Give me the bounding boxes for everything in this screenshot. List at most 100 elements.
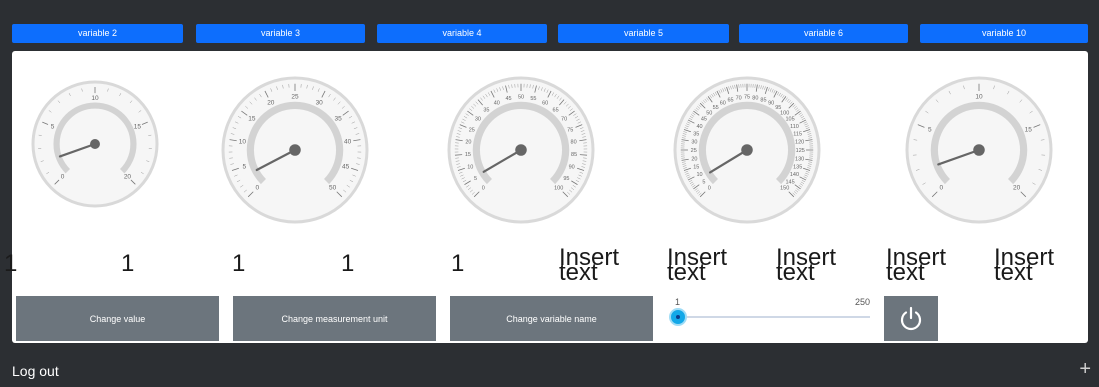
gauge-tick-label: 10	[467, 164, 473, 170]
gauge-tick-label: 105	[786, 117, 795, 123]
variable-tab-bar: variable 2 variable 3 variable 4 variabl…	[0, 0, 1099, 50]
gauge-tick-label: 35	[483, 107, 489, 113]
gauge-tick-label: 20	[1013, 185, 1021, 192]
slider-thumb[interactable]	[669, 308, 687, 326]
gauge-tick-label: 15	[465, 152, 471, 158]
gauge-tick-label: 145	[786, 179, 795, 185]
gauge-tick-label: 130	[795, 156, 804, 162]
gauge-tick-label: 10	[91, 95, 99, 102]
change-measurement-unit-button[interactable]: Change measurement unit	[233, 296, 436, 341]
gauge-tick-label: 5	[243, 163, 247, 170]
change-value-button[interactable]: Change value	[16, 296, 219, 341]
footer-bar: Log out +	[0, 355, 1099, 387]
value-display: 1	[451, 250, 465, 277]
tab-variable-3[interactable]: variable 3	[196, 24, 365, 43]
gauge-hub	[90, 139, 100, 149]
gauge-tick	[454, 154, 463, 156]
gauge-variable-2: 0 5 10 15 20	[23, 72, 167, 216]
value-slider[interactable]: 1 250	[666, 297, 872, 327]
gauge-tick-label: 40	[494, 101, 500, 107]
insert-text-placeholder: Insert text	[886, 244, 947, 286]
value-display: 1	[4, 250, 18, 277]
gauge-tick-label: 125	[796, 148, 805, 154]
slider-max-label: 250	[854, 297, 870, 307]
gauge-tick-label: 20	[691, 156, 697, 162]
gauge-tick-label: 25	[291, 94, 299, 101]
gauge-tick-label: 140	[790, 172, 799, 178]
gauge-variable-3: 0 5 10 15 20 25 30 35 40 45 50	[215, 70, 375, 230]
gauge-tick-label: 30	[316, 100, 324, 107]
gauge-tick-label: 25	[469, 128, 475, 134]
slider-track[interactable]	[678, 316, 870, 318]
value-display: 1	[232, 250, 246, 277]
gauge-hub	[973, 144, 985, 156]
gauge-tick-label: 45	[701, 117, 707, 123]
insert-text-placeholder: Insert text	[667, 244, 728, 286]
gauge-tick-label: 80	[752, 95, 758, 101]
gauge-tick-label: 50	[329, 185, 337, 192]
tab-variable-5[interactable]: variable 5	[558, 24, 729, 43]
tab-variable-10[interactable]: variable 10	[920, 24, 1088, 43]
gauge-tick-label: 120	[795, 140, 804, 146]
gauge-tick-label: 10	[975, 94, 983, 101]
value-display: 1	[121, 250, 135, 277]
gauge-variable-10: 0 5 10 15 20	[899, 70, 1059, 230]
gauge-tick-label: 95	[563, 176, 569, 182]
gauge-tick	[579, 154, 588, 156]
gauge-tick-label: 45	[505, 96, 511, 102]
gauge-hub	[741, 144, 753, 156]
gauge-tick-label: 35	[693, 132, 699, 138]
insert-text-placeholder: Insert text	[994, 244, 1055, 286]
gauge-tick-label: 85	[571, 152, 577, 158]
gauge-tick-label: 0	[940, 185, 944, 192]
power-icon	[900, 306, 922, 330]
gauge-tick-label: 35	[334, 116, 342, 123]
gauge-tick-label: 40	[696, 124, 702, 130]
change-variable-name-button[interactable]: Change variable name	[450, 296, 653, 341]
gauge-tick-label: 0	[61, 173, 65, 180]
gauge-hub	[289, 144, 301, 156]
gauge-tick-label: 90	[768, 101, 774, 107]
plus-icon[interactable]: +	[1079, 358, 1091, 381]
power-button[interactable]	[884, 296, 938, 341]
gauge-tick-label: 100	[554, 186, 563, 192]
gauge-tick-label: 70	[561, 117, 567, 123]
gauge-tick-label: 110	[790, 124, 799, 130]
gauge-tick-label: 100	[780, 110, 789, 116]
gauge-tick-label: 40	[344, 139, 352, 146]
slider-min-label: 1	[675, 297, 681, 307]
gauge-tick-label: 60	[720, 101, 726, 107]
gauge-variable-4: 0 5 10 15 20 25 30 35 40 45 50 55 60 65 70 75 80 85 90 95 10…	[441, 70, 601, 230]
gauge-tick-label: 85	[760, 97, 766, 103]
gauge-tick-label: 5	[474, 176, 477, 182]
gauge-tick-label: 150	[780, 186, 789, 192]
gauge-tick-label: 25	[691, 148, 697, 154]
gauge-tick-label: 60	[542, 101, 548, 107]
logout-link[interactable]: Log out	[12, 363, 59, 379]
gauge-hub	[515, 144, 527, 156]
gauge-tick-label: 10	[696, 172, 702, 178]
gauge-tick-label: 15	[1025, 127, 1033, 134]
gauge-tick-label: 115	[793, 132, 802, 138]
gauge-tick-label: 15	[134, 123, 142, 130]
gauge-tick-label: 20	[267, 100, 275, 107]
tab-variable-4[interactable]: variable 4	[377, 24, 547, 43]
gauge-tick-label: 55	[713, 105, 719, 111]
tab-variable-2[interactable]: variable 2	[12, 24, 183, 43]
gauge-tick-label: 55	[530, 96, 536, 102]
gauge-tick-label: 70	[736, 95, 742, 101]
gauge-tick-label: 65	[553, 107, 559, 113]
gauge-tick-label: 90	[569, 164, 575, 170]
gauge-tick-label: 50	[518, 95, 524, 101]
gauge-tick-label: 0	[708, 186, 711, 192]
gauge-variable-5: 0 5 10 15 20 25 30 35 40 45 50 55 60 65 70 75 80 85 90 95 10…	[667, 70, 827, 230]
gauge-tick-label: 65	[727, 97, 733, 103]
gauge-tick-label: 10	[239, 139, 247, 146]
gauge-tick-label: 30	[475, 117, 481, 123]
tab-variable-6[interactable]: variable 6	[739, 24, 908, 43]
gauge-tick-label: 15	[248, 116, 256, 123]
gauge-tick-label: 0	[482, 186, 485, 192]
gauge-tick-label: 75	[567, 128, 573, 134]
gauge-tick-label: 5	[702, 179, 705, 185]
gauge-tick-label: 0	[256, 185, 260, 192]
